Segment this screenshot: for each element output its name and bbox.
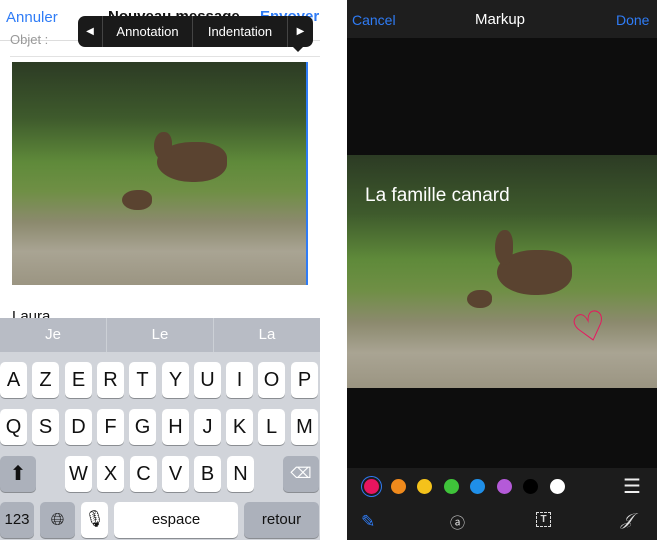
suggestion[interactable]: Le (107, 318, 214, 352)
text-annotation[interactable]: La famille canard (365, 185, 510, 207)
key[interactable]: T (129, 362, 156, 398)
signature-tool-icon[interactable]: 𝒥 (621, 510, 633, 530)
indentation-menu-item[interactable]: Indentation (193, 16, 288, 47)
shift-key[interactable]: ⬆ (0, 456, 36, 492)
color-swatch[interactable] (470, 479, 485, 494)
edit-menu-popup: ◀ Annotation Indentation ▶ (78, 16, 313, 47)
microphone-icon: 🎙︎ (84, 511, 105, 528)
key[interactable]: G (129, 409, 156, 445)
key[interactable]: Q (0, 409, 27, 445)
key[interactable]: J (194, 409, 221, 445)
markup-title: Markup (475, 11, 526, 28)
space-key[interactable]: espace (114, 502, 238, 538)
key[interactable]: K (226, 409, 253, 445)
selection-handle[interactable] (306, 62, 308, 285)
key[interactable]: M (291, 409, 318, 445)
color-swatch[interactable] (549, 479, 565, 494)
microphone-key[interactable]: 🎙︎ (81, 502, 108, 538)
key[interactable]: W (65, 456, 92, 492)
color-swatch[interactable] (443, 479, 459, 494)
done-button[interactable]: Done (616, 12, 649, 28)
pen-tool-icon[interactable]: ✎ (361, 512, 375, 532)
delete-key[interactable]: ⌫ (283, 456, 319, 492)
key[interactable]: A (0, 362, 27, 398)
key[interactable]: Y (162, 362, 189, 398)
key[interactable]: B (194, 456, 221, 492)
color-swatch[interactable] (496, 479, 512, 494)
markup-photo[interactable]: La famille canard ♡ (347, 155, 657, 388)
color-swatch[interactable] (523, 479, 538, 494)
key[interactable]: O (258, 362, 285, 398)
magnifier-tool-icon[interactable]: ⓐ (450, 512, 465, 533)
attached-duck-photo[interactable] (12, 62, 307, 285)
key[interactable]: D (65, 409, 92, 445)
key[interactable]: E (65, 362, 92, 398)
annotation-menu-item[interactable]: Annotation (103, 16, 193, 47)
key[interactable]: S (32, 409, 59, 445)
previous-arrow-icon[interactable]: ◀ (78, 16, 103, 47)
shift-arrow-icon: ⬆ (9, 463, 27, 485)
key[interactable]: R (97, 362, 124, 398)
key[interactable]: X (97, 456, 124, 492)
more-menu-icon[interactable]: ☰ (623, 474, 641, 499)
subject-label: Objet : (10, 32, 49, 47)
globe-key[interactable]: 🌐︎ (40, 502, 75, 538)
backspace-icon: ⌫ (290, 465, 312, 482)
globe-icon: 🌐︎ (50, 510, 65, 529)
cancel-button[interactable]: Annuler (6, 9, 58, 26)
suggestion[interactable]: La (214, 318, 320, 352)
markup-screen: Cancel Markup Done La famille canard ♡ ☰… (347, 0, 657, 540)
key[interactable]: U (194, 362, 221, 398)
key[interactable]: V (162, 456, 189, 492)
key[interactable]: I (226, 362, 253, 398)
key[interactable]: H (162, 409, 189, 445)
key[interactable]: N (227, 456, 254, 492)
key[interactable]: L (258, 409, 285, 445)
numbers-key[interactable]: 123 (0, 502, 34, 538)
color-swatch[interactable] (390, 479, 406, 494)
suggestion[interactable]: Je (0, 318, 107, 352)
text-tool-icon[interactable]: T (536, 512, 551, 527)
markup-cancel-button[interactable]: Cancel (352, 12, 396, 28)
mail-compose-screen: Annuler Nouveau message Envoyer Objet : … (0, 0, 320, 540)
next-arrow-icon[interactable]: ▶ (288, 16, 313, 47)
key[interactable]: Z (32, 362, 59, 398)
key[interactable]: C (130, 456, 157, 492)
keyboard: Je Le La AZERTYUIOPQSDFGHJKLMWXCVBN ⬆ ⌫ … (0, 318, 320, 540)
color-swatch[interactable] (364, 479, 379, 494)
heart-drawing[interactable]: ♡ (567, 301, 614, 355)
color-swatch[interactable] (417, 479, 432, 494)
return-key[interactable]: retour (244, 502, 319, 538)
key[interactable]: P (291, 362, 318, 398)
key[interactable]: F (97, 409, 124, 445)
